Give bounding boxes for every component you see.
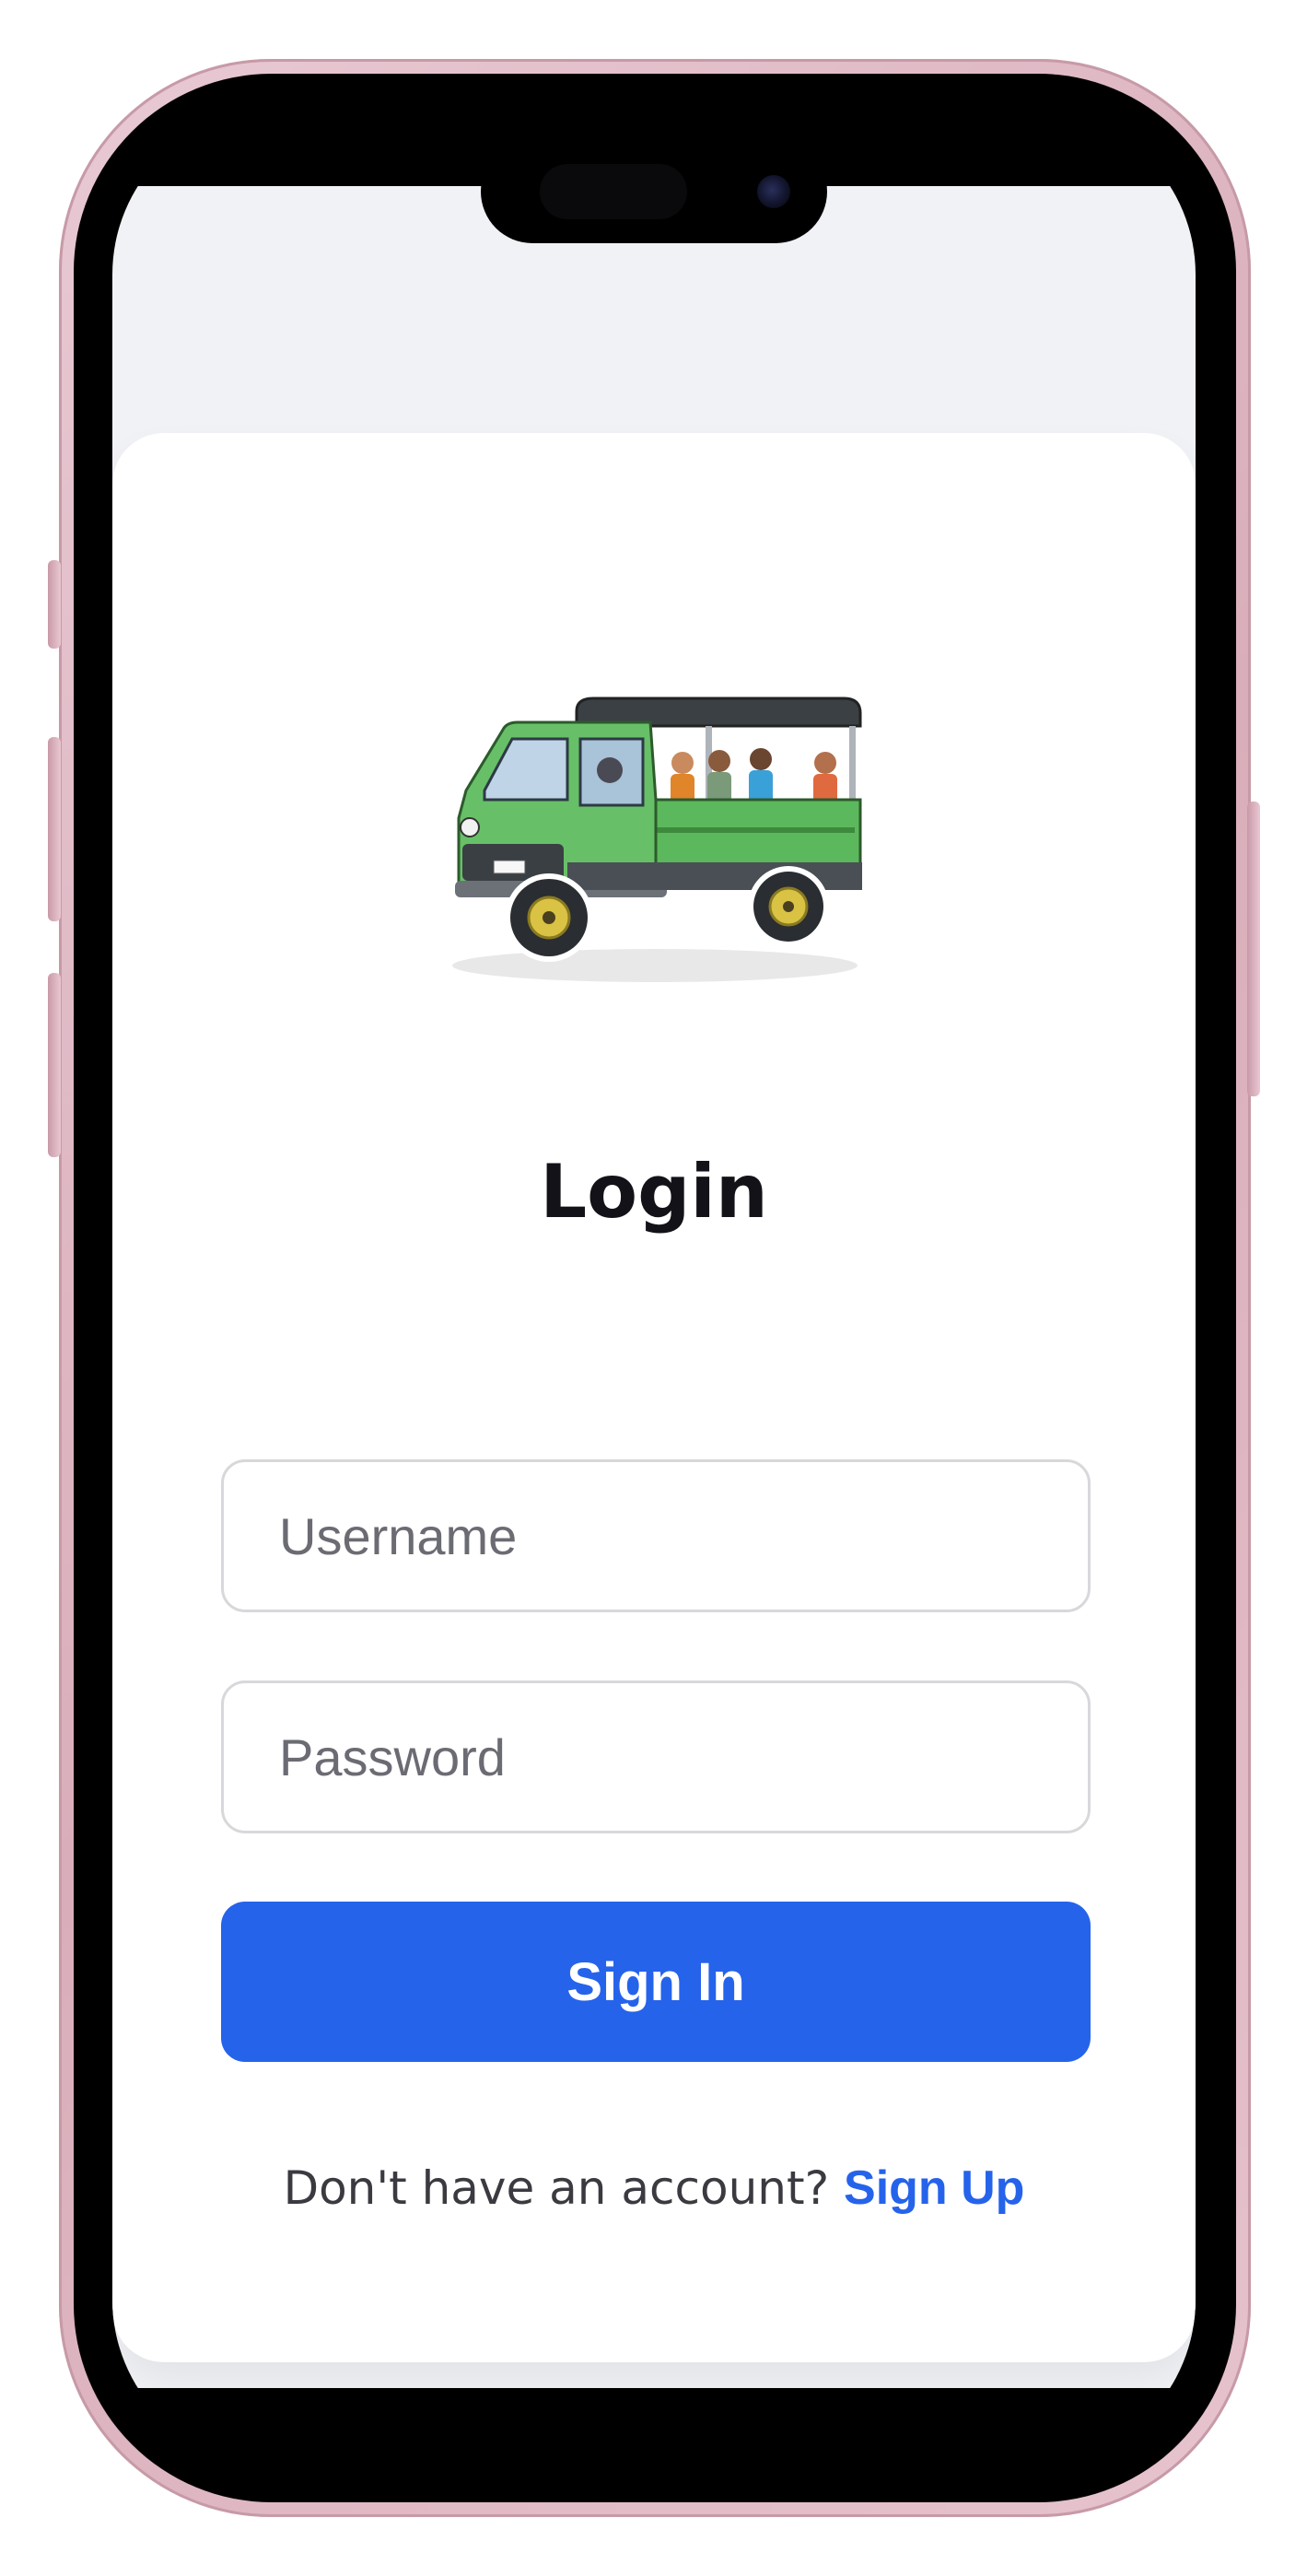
- face-id-sensor: [540, 164, 687, 219]
- action-button: [48, 560, 61, 649]
- volume-up-button: [48, 737, 61, 921]
- app-logo: [438, 689, 871, 993]
- username-input[interactable]: [221, 1459, 1091, 1612]
- signup-prompt: Don't have an account? Sign Up: [112, 2156, 1196, 2220]
- dynamic-island: [481, 140, 827, 243]
- stage: Login Sign In Don't have an account? Sig…: [0, 0, 1307, 2576]
- signup-prompt-text: Don't have an account?: [283, 2161, 845, 2215]
- songthaew-truck-icon: [452, 697, 862, 982]
- power-button: [1247, 802, 1260, 1096]
- camera-lens-icon: [757, 175, 790, 208]
- app-background: Login Sign In Don't have an account? Sig…: [112, 186, 1196, 2388]
- sign-in-button[interactable]: Sign In: [221, 1902, 1091, 2062]
- sign-up-link[interactable]: Sign Up: [844, 2161, 1024, 2215]
- login-card: Login Sign In Don't have an account? Sig…: [112, 433, 1196, 2362]
- password-input[interactable]: [221, 1680, 1091, 1833]
- phone-screen: Login Sign In Don't have an account? Sig…: [112, 109, 1196, 2465]
- volume-down-button: [48, 973, 61, 1157]
- page-title: Login: [540, 1149, 768, 1235]
